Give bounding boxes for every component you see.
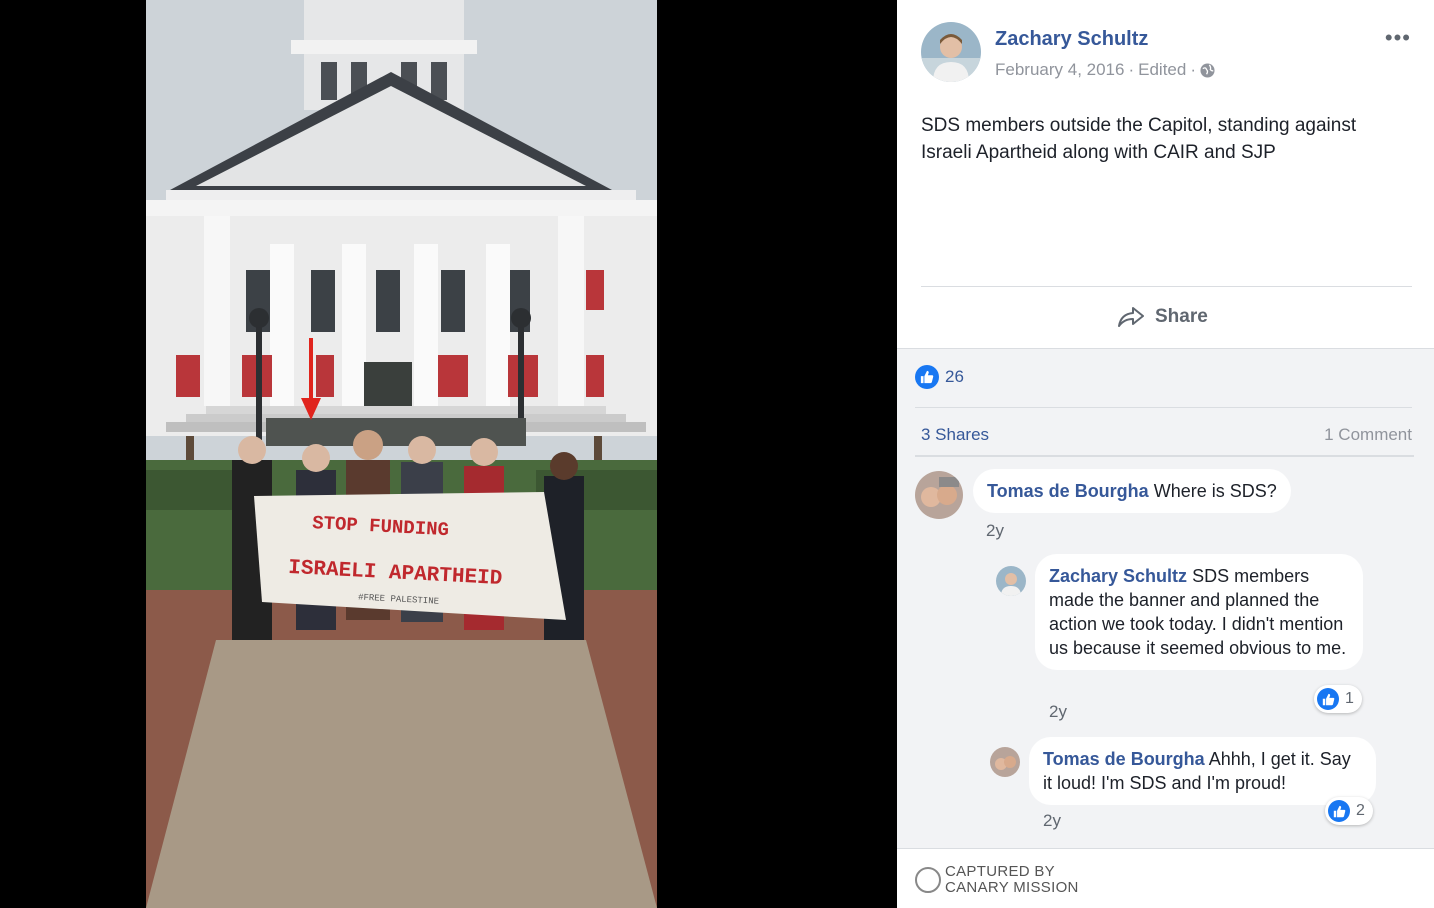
like-icon <box>1328 800 1350 822</box>
photo-viewer: STOP FUNDING ISRAELI APARTHEID #FREE PAL… <box>0 0 897 908</box>
capture-line2: CANARY MISSION <box>945 879 1079 896</box>
like-count: 26 <box>945 367 964 386</box>
screenshot-stage: STOP FUNDING ISRAELI APARTHEID #FREE PAL… <box>0 0 1434 908</box>
engagement-section: 26 3 Shares 1 Comment Tomas de Bourgha W… <box>897 348 1434 848</box>
comment-bubble: Tomas de Bourgha Ahhh, I get it. Say it … <box>1029 737 1376 805</box>
comment-item: Tomas de Bourgha Where is SDS? 2y <box>897 469 1434 549</box>
divider <box>915 407 1412 408</box>
comment-author[interactable]: Tomas de Bourgha <box>1043 749 1205 769</box>
meta-separator: · <box>1128 60 1135 79</box>
more-options-button[interactable]: ••• <box>1385 27 1411 49</box>
edited-label[interactable]: Edited <box>1138 60 1186 80</box>
comment-reactions[interactable]: 1 <box>1314 685 1362 713</box>
author-avatar[interactable] <box>921 22 981 82</box>
like-icon <box>915 365 939 389</box>
comment-time[interactable]: 2y <box>1049 702 1067 722</box>
reaction-count: 2 <box>1356 802 1365 819</box>
capture-credit: CAPTURED BY CANARY MISSION <box>945 864 1079 896</box>
comment-time[interactable]: 2y <box>1043 811 1061 831</box>
likes-summary[interactable]: 26 <box>915 365 964 389</box>
post-meta: February 4, 2016 · Edited · <box>995 60 1215 80</box>
post-author-name[interactable]: Zachary Schultz <box>995 28 1148 51</box>
canary-mission-logo-icon <box>915 867 941 893</box>
share-icon <box>1118 307 1144 327</box>
post-text: SDS members outside the Capitol, standin… <box>921 115 1357 163</box>
share-button[interactable]: Share <box>1117 300 1208 334</box>
post-header: Zachary Schultz February 4, 2016 · Edite… <box>921 22 1411 82</box>
comment-author[interactable]: Tomas de Bourgha <box>987 481 1149 501</box>
comment-bubble: Tomas de Bourgha Where is SDS? <box>973 469 1291 513</box>
commenter-avatar[interactable] <box>996 566 1026 596</box>
comment-time[interactable]: 2y <box>986 521 1004 541</box>
reply-item: Tomas de Bourgha Ahhh, I get it. Say it … <box>897 737 1434 837</box>
capture-line1: CAPTURED BY <box>945 863 1055 880</box>
capture-watermark: CAPTURED BY CANARY MISSION <box>897 848 1434 908</box>
comment-text: Where is SDS? <box>1153 481 1277 501</box>
commenter-avatar[interactable] <box>915 471 963 519</box>
post-date[interactable]: February 4, 2016 <box>995 60 1124 80</box>
reply-item: Zachary Schultz SDS members made the ban… <box>897 554 1434 724</box>
comment-reactions[interactable]: 2 <box>1325 797 1373 825</box>
globe-icon[interactable] <box>1200 62 1215 78</box>
comment-bubble: Zachary Schultz SDS members made the ban… <box>1035 554 1363 670</box>
share-label: Share <box>1155 306 1208 327</box>
reaction-count: 1 <box>1345 690 1354 707</box>
post-photo[interactable]: STOP FUNDING ISRAELI APARTHEID #FREE PAL… <box>146 0 657 908</box>
divider <box>921 286 1412 287</box>
like-icon <box>1317 688 1339 710</box>
comment-author[interactable]: Zachary Schultz <box>1049 566 1187 586</box>
commenter-avatar[interactable] <box>990 747 1020 777</box>
comments-count[interactable]: 1 Comment <box>1324 425 1412 445</box>
red-arrow-shaft <box>309 338 313 402</box>
divider <box>915 455 1414 457</box>
post-side-panel: Zachary Schultz February 4, 2016 · Edite… <box>897 0 1434 908</box>
meta-separator-2: · <box>1190 60 1197 79</box>
shares-count[interactable]: 3 Shares <box>921 425 989 445</box>
capitol-photo-illustration: STOP FUNDING ISRAELI APARTHEID #FREE PAL… <box>146 0 657 908</box>
